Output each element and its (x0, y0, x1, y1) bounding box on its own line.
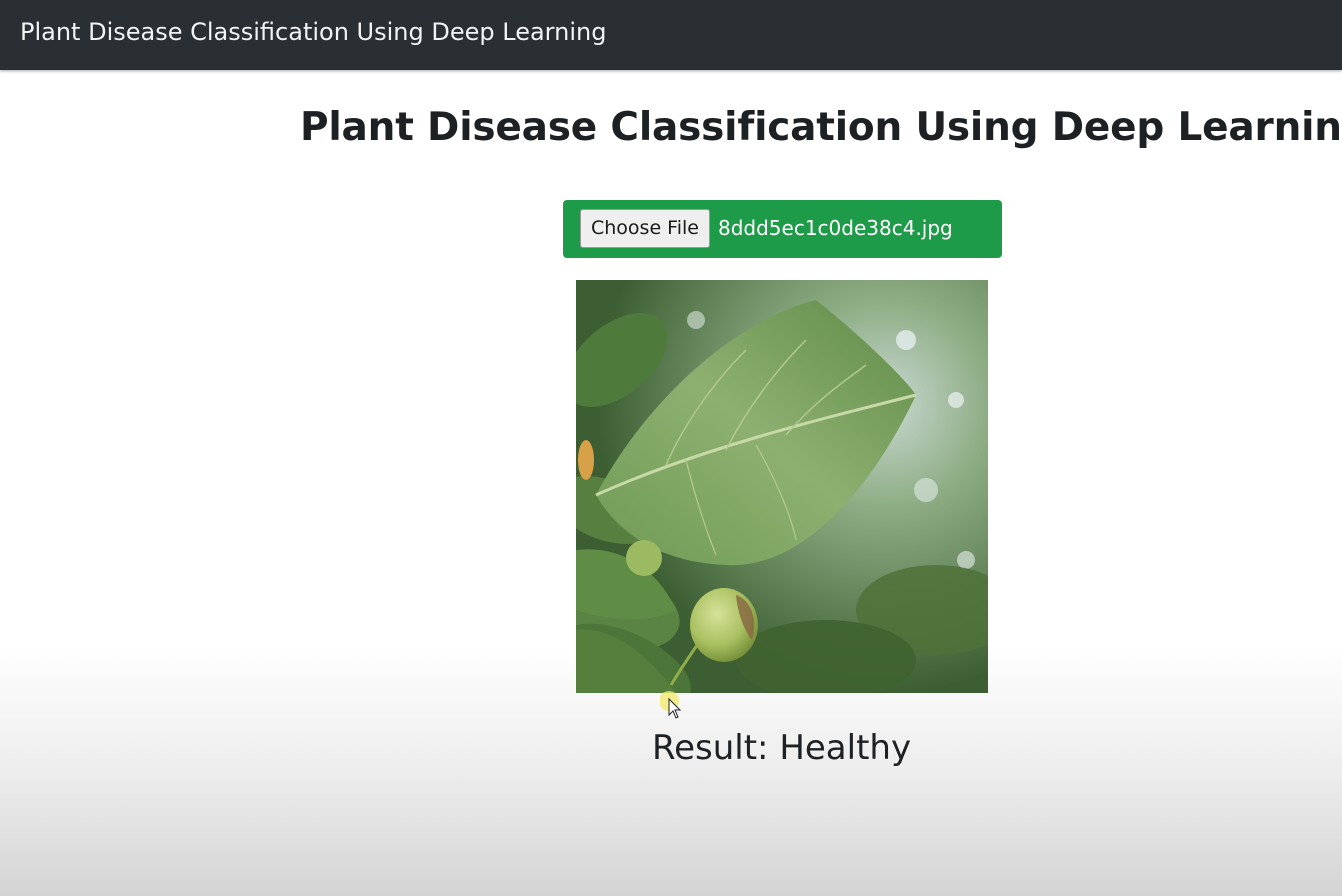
selected-file-name: 8ddd5ec1c0de38c4.jpg (718, 216, 953, 240)
result-label: Result: Healthy (652, 728, 912, 768)
page-title: Plant Disease Classification Using Deep … (300, 105, 1342, 150)
navbar: Plant Disease Classification Using Deep … (0, 0, 1342, 70)
mouse-cursor-icon (659, 690, 686, 720)
navbar-brand[interactable]: Plant Disease Classification Using Deep … (20, 18, 606, 46)
choose-file-button[interactable]: Choose File (580, 209, 710, 248)
file-upload-form: Choose File 8ddd5ec1c0de38c4.jpg (563, 200, 1002, 258)
uploaded-image-preview (576, 280, 988, 693)
